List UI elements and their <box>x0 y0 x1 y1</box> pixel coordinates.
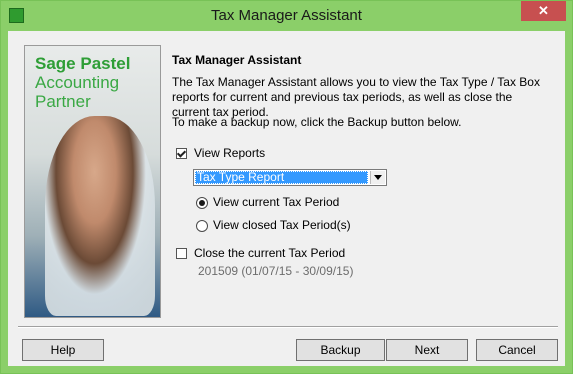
view-current-radio[interactable] <box>196 197 208 209</box>
view-closed-label[interactable]: View closed Tax Period(s) <box>213 218 351 232</box>
chevron-down-icon[interactable] <box>370 171 385 184</box>
dialog-body: Sage Pastel Accounting Partner Tax Manag… <box>8 31 565 366</box>
sage-partner-image: Sage Pastel Accounting Partner <box>24 45 161 318</box>
brand-line-2: Accounting <box>35 73 120 92</box>
backup-button[interactable]: Backup <box>296 339 385 361</box>
close-button[interactable]: ✕ <box>521 1 566 21</box>
cancel-button[interactable]: Cancel <box>476 339 558 361</box>
view-reports-label[interactable]: View Reports <box>194 146 265 160</box>
next-button[interactable]: Next <box>386 339 468 361</box>
view-current-label[interactable]: View current Tax Period <box>213 195 339 209</box>
description-text: The Tax Manager Assistant allows you to … <box>172 75 540 119</box>
dialog-window: Tax Manager Assistant ✕ Sage Pastel Acco… <box>0 0 573 374</box>
close-period-label[interactable]: Close the current Tax Period <box>194 246 345 260</box>
window-title: Tax Manager Assistant <box>211 7 362 24</box>
close-period-checkbox[interactable] <box>176 248 187 259</box>
backup-note: To make a backup now, click the Backup b… <box>172 115 462 129</box>
view-reports-checkbox[interactable] <box>176 148 187 159</box>
person-photo <box>45 116 155 316</box>
content-heading: Tax Manager Assistant <box>172 53 302 67</box>
report-type-value: Tax Type Report <box>195 171 368 184</box>
brand-line-3: Partner <box>35 92 91 111</box>
title-bar[interactable]: Tax Manager Assistant ✕ <box>1 1 572 31</box>
report-type-select[interactable]: Tax Type Report <box>193 169 387 186</box>
help-button[interactable]: Help <box>22 339 104 361</box>
brand-line-1: Sage Pastel <box>35 54 131 73</box>
view-closed-radio[interactable] <box>196 220 208 232</box>
period-info: 201509 (01/07/15 - 30/09/15) <box>198 264 354 278</box>
divider <box>18 326 558 328</box>
